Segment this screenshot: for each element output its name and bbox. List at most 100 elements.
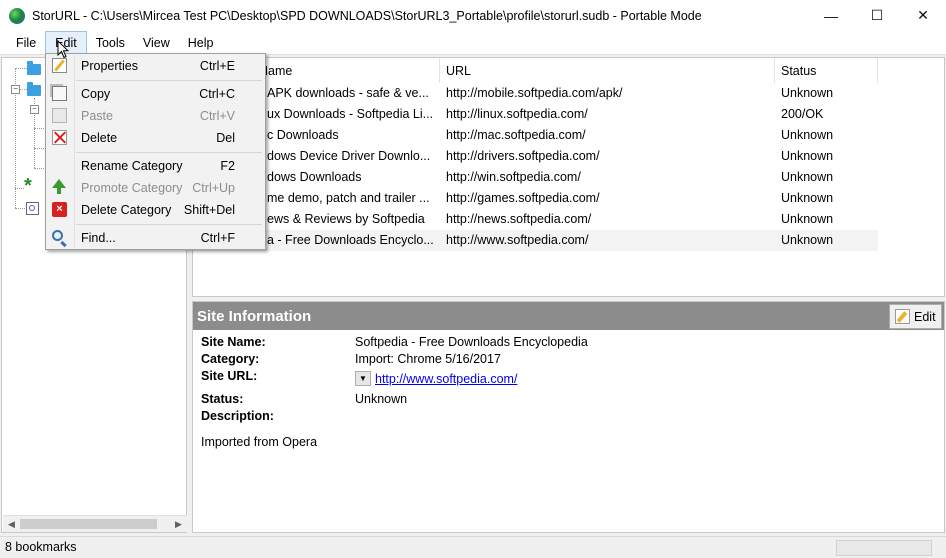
- edit-button-label: Edit: [914, 309, 936, 324]
- site-info-title: Site Information: [197, 308, 312, 325]
- status-label: Status:: [201, 392, 244, 406]
- folder-icon[interactable]: [27, 82, 41, 96]
- cell-status: Unknown: [781, 191, 834, 205]
- menu-item-label: Delete Category: [81, 203, 172, 217]
- table-row[interactable]: me demo, patch and trailer ... http://ga…: [193, 188, 878, 209]
- mouse-cursor-icon: [57, 40, 69, 59]
- status-value: Unknown: [355, 392, 408, 406]
- cell-url: http://mobile.softpedia.com/apk/: [446, 86, 623, 100]
- site-url-link[interactable]: http://www.softpedia.com/: [375, 372, 517, 386]
- cell-url: http://news.softpedia.com/: [446, 212, 592, 226]
- site-name-value: Softpedia - Free Downloads Encyclopedia: [355, 335, 588, 349]
- menu-item-rename-category[interactable]: Rename Category F2: [46, 155, 265, 177]
- cell-status: Unknown: [781, 86, 834, 100]
- tree-line: [34, 168, 44, 169]
- menu-item-shortcut: Ctrl+E: [199, 59, 235, 73]
- table-row[interactable]: dows Downloads http://win.softpedia.com/…: [193, 167, 878, 188]
- cell-status: Unknown: [781, 212, 834, 226]
- tree-line: [34, 148, 44, 149]
- pencil-icon: [895, 309, 910, 324]
- menu-tools[interactable]: Tools: [87, 31, 134, 55]
- all-bookmarks-star-icon[interactable]: *: [24, 176, 32, 196]
- app-globe-icon: [9, 7, 25, 24]
- scroll-right-arrow-icon[interactable]: ▶: [170, 516, 187, 533]
- window-title: StorURL - C:\Users\Mircea Test PC\Deskto…: [32, 8, 702, 23]
- table-row[interactable]: ews & Reviews by Softpedia http://news.s…: [193, 209, 878, 230]
- search-results-icon[interactable]: [26, 202, 39, 215]
- cell-url: http://games.softpedia.com/: [446, 191, 600, 205]
- menu-item-find[interactable]: Find... Ctrl+F: [46, 227, 265, 249]
- status-bar: 8 bookmarks: [0, 536, 946, 558]
- url-dropdown-button[interactable]: ▼: [355, 371, 371, 386]
- menu-item-copy[interactable]: Copy Ctrl+C: [46, 83, 265, 105]
- copy-icon: [52, 86, 67, 101]
- magnifier-icon: [29, 205, 35, 211]
- tree-line: [15, 188, 24, 189]
- menu-item-delete-category[interactable]: × Delete Category Shift+Del: [46, 199, 265, 221]
- title-bar: StorURL - C:\Users\Mircea Test PC\Deskto…: [0, 0, 946, 31]
- site-info-header: Site Information Edit: [193, 302, 944, 330]
- table-row[interactable]: c Downloads http://mac.softpedia.com/ Un…: [193, 125, 878, 146]
- tree-horizontal-scrollbar[interactable]: ◀ ▶: [3, 515, 187, 532]
- tree-line: [34, 128, 44, 129]
- table-row[interactable]: APK downloads - safe & ve... http://mobi…: [193, 83, 878, 104]
- edit-site-button[interactable]: Edit: [889, 304, 942, 329]
- menu-item-label: Promote Category: [81, 181, 183, 195]
- site-name-label: Site Name:: [201, 335, 266, 349]
- cell-url: http://www.softpedia.com/: [446, 233, 589, 247]
- category-value: Import: Chrome 5/16/2017: [355, 352, 501, 366]
- category-label: Category:: [201, 352, 260, 366]
- menu-bar: File Edit Tools View Help: [0, 31, 946, 55]
- menu-separator: [76, 224, 262, 225]
- menu-separator: [76, 152, 262, 153]
- menu-file[interactable]: File: [0, 31, 45, 55]
- red-x-icon: ×: [52, 202, 67, 217]
- bookmark-count: 8 bookmarks: [5, 540, 77, 554]
- menu-item-promote-category[interactable]: Promote Category Ctrl+Up: [46, 177, 265, 199]
- list-header: Name URL Status: [193, 58, 878, 83]
- menu-item-properties[interactable]: Properties Ctrl+E: [46, 55, 265, 77]
- menu-item-shortcut: Shift+Del: [183, 203, 235, 217]
- delete-icon: [52, 130, 67, 145]
- description-value: Imported from Opera: [201, 435, 318, 449]
- collapse-icon[interactable]: −: [30, 105, 39, 114]
- cell-status: 200/OK: [781, 107, 824, 121]
- menu-item-delete[interactable]: Delete Del: [46, 127, 265, 149]
- bookmark-list[interactable]: Name URL Status APK downloads - safe & v…: [192, 57, 945, 297]
- description-label: Description:: [201, 409, 274, 423]
- folder-icon[interactable]: [27, 61, 41, 75]
- cell-status: Unknown: [781, 128, 834, 142]
- cell-url: http://linux.softpedia.com/: [446, 107, 588, 121]
- menu-help[interactable]: Help: [179, 31, 223, 55]
- window-controls: — ☐ ✕: [808, 0, 946, 31]
- table-row-selected[interactable]: a - Free Downloads Encyclo... http://www…: [193, 230, 878, 251]
- menu-item-label: Delete: [81, 131, 118, 145]
- close-button[interactable]: ✕: [900, 0, 946, 31]
- scroll-thumb[interactable]: [20, 519, 157, 529]
- menu-item-label: Rename Category: [81, 159, 183, 173]
- paste-icon: [52, 108, 67, 123]
- cell-url: http://drivers.softpedia.com/: [446, 149, 600, 163]
- properties-icon: [52, 58, 67, 73]
- menu-item-label: Find...: [81, 231, 116, 245]
- column-header-status[interactable]: Status: [775, 58, 878, 83]
- edit-dropdown-menu: Properties Ctrl+E Copy Ctrl+C Paste Ctrl…: [45, 53, 266, 250]
- minimize-button[interactable]: —: [808, 0, 854, 31]
- cell-url: http://win.softpedia.com/: [446, 170, 581, 184]
- collapse-icon[interactable]: −: [11, 85, 20, 94]
- scroll-left-arrow-icon[interactable]: ◀: [3, 516, 20, 533]
- column-header-url[interactable]: URL: [440, 58, 775, 83]
- menu-item-shortcut: Ctrl+F: [200, 231, 235, 245]
- cell-status: Unknown: [781, 170, 834, 184]
- table-row[interactable]: dows Device Driver Downlo... http://driv…: [193, 146, 878, 167]
- menu-item-paste[interactable]: Paste Ctrl+V: [46, 105, 265, 127]
- cell-url: http://mac.softpedia.com/: [446, 128, 586, 142]
- site-url-label: Site URL:: [201, 369, 258, 383]
- menu-view[interactable]: View: [134, 31, 179, 55]
- table-row[interactable]: ux Downloads - Softpedia Li... http://li…: [193, 104, 878, 125]
- menu-item-label: Properties: [81, 59, 138, 73]
- menu-item-shortcut: Ctrl+Up: [192, 181, 235, 195]
- maximize-button[interactable]: ☐: [854, 0, 900, 31]
- site-info-panel: Site Information Edit Site Name: Softped…: [192, 301, 945, 533]
- arrow-stem: [57, 187, 61, 194]
